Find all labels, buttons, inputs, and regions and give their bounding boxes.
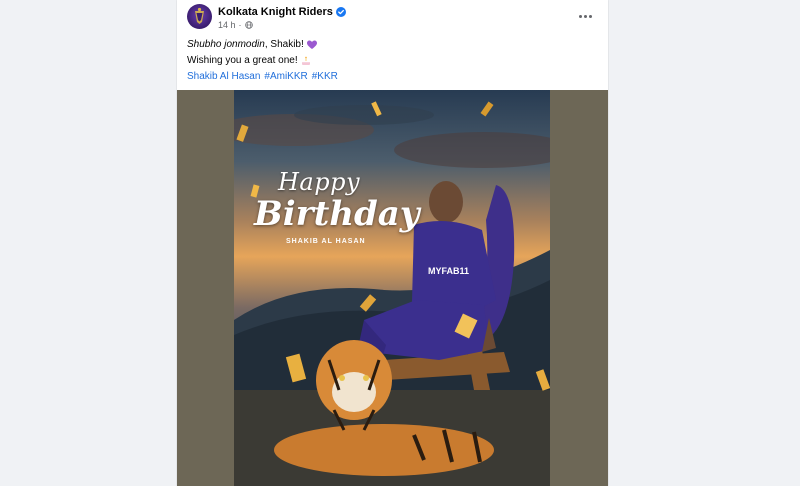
post-meta: 14 h · [218,20,253,30]
meta-separator: · [238,20,242,30]
caption-rest: , Shakib! [264,39,304,50]
poster-happy-text: Happy [278,168,361,196]
hashtag-amikkr[interactable]: #AmiKKR [264,70,307,84]
birthday-poster-image[interactable]: Happy Birthday SHAKIB AL HASAN MYFAB11 [234,90,550,486]
purple-heart-emoji-icon [306,40,317,49]
page-name[interactable]: Kolkata Knight Riders [218,6,333,18]
caption-italic: Shubho jonmodin [187,39,265,50]
poster-birthday-text: Birthday [254,194,420,234]
page-avatar[interactable] [187,4,212,29]
hashtag-kkr[interactable]: #KKR [312,70,338,84]
tags-line: Shakib Al Hasan #AmiKKR #KKR [187,69,597,85]
tagged-person-link[interactable]: Shakib Al Hasan [187,70,260,84]
verified-badge-icon [335,7,346,17]
globe-icon[interactable] [244,21,253,29]
post-timestamp[interactable]: 14 h [218,20,236,30]
caption-wish: Wishing you a great one! [187,55,298,66]
post-media[interactable]: Happy Birthday SHAKIB AL HASAN MYFAB11 [177,90,608,486]
facebook-post: Kolkata Knight Riders 14 h · Shubho jonm… [177,0,608,486]
jersey-sponsor-text: MYFAB11 [428,266,470,276]
cake-emoji-icon [301,56,310,65]
post-text: Shubho jonmodin, Shakib! Wishing you a g… [187,37,597,85]
poster-player-name: SHAKIB AL HASAN [286,238,366,245]
caption-line-1: Shubho jonmodin, Shakib! [187,37,597,53]
caption-line-2: Wishing you a great one! [187,53,597,69]
post-header: Kolkata Knight Riders 14 h · [177,0,608,34]
more-options-icon[interactable] [575,8,595,24]
